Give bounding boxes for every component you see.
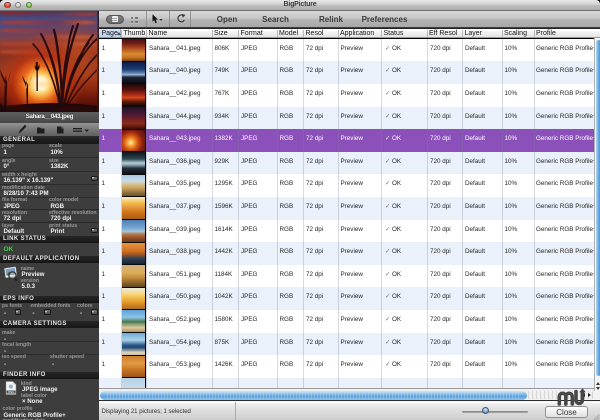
- svg-text:JPEG: JPEG: [7, 390, 14, 394]
